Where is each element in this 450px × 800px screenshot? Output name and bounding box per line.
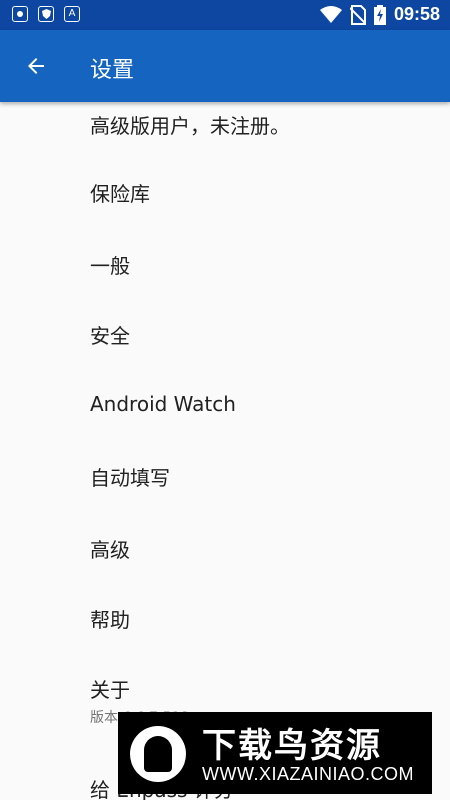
arrow-left-icon [28,58,44,74]
page-title: 设置 [90,58,135,83]
watermark-banner: 下载鸟资源 WWW.XIAZAINIAO.COM [118,712,432,794]
settings-item-security[interactable]: 安全 [90,320,430,349]
bird-logo-icon [130,726,186,782]
settings-item-label: 自动填写 [90,466,170,490]
screen-record-icon [12,6,28,22]
settings-item-general[interactable]: 一般 [90,250,430,279]
settings-item-label: 安全 [90,324,130,348]
settings-item-label: 高级版用户，未注册。 [90,114,290,138]
settings-item-label: 一般 [90,254,130,278]
font-icon: A [64,6,80,22]
watermark-url: WWW.XIAZAINIAO.COM [202,764,414,784]
settings-item-advanced[interactable]: 高级 [90,534,430,563]
settings-item-vault[interactable]: 保险库 [90,178,430,207]
settings-item-autofill[interactable]: 自动填写 [90,462,430,491]
settings-item-help[interactable]: 帮助 [90,604,430,633]
settings-item-label: 关于 [90,678,130,702]
settings-item-label: 高级 [90,538,130,562]
back-button[interactable] [20,50,52,82]
watermark-title: 下载鸟资源 [202,726,382,766]
settings-list: 高级版用户，未注册。 保险库 一般 安全 Android Watch 自动填写 … [0,102,450,800]
settings-item-android-watch[interactable]: Android Watch [90,392,430,416]
status-right-icons: 09:58 [319,4,440,25]
settings-item-premium-status[interactable]: 高级版用户，未注册。 [90,110,430,139]
status-left-icons: A [12,6,80,22]
wifi-icon [319,5,342,23]
status-time: 09:58 [393,4,440,24]
app-bar: 设置 [0,30,450,102]
battery-charging-icon [373,4,386,25]
no-sim-icon [349,4,366,25]
settings-item-label: 保险库 [90,182,150,206]
status-bar: A 09:58 [0,0,450,30]
settings-item-label: 帮助 [90,608,130,632]
settings-item-label: Android Watch [90,392,236,416]
shield-icon [38,6,54,22]
